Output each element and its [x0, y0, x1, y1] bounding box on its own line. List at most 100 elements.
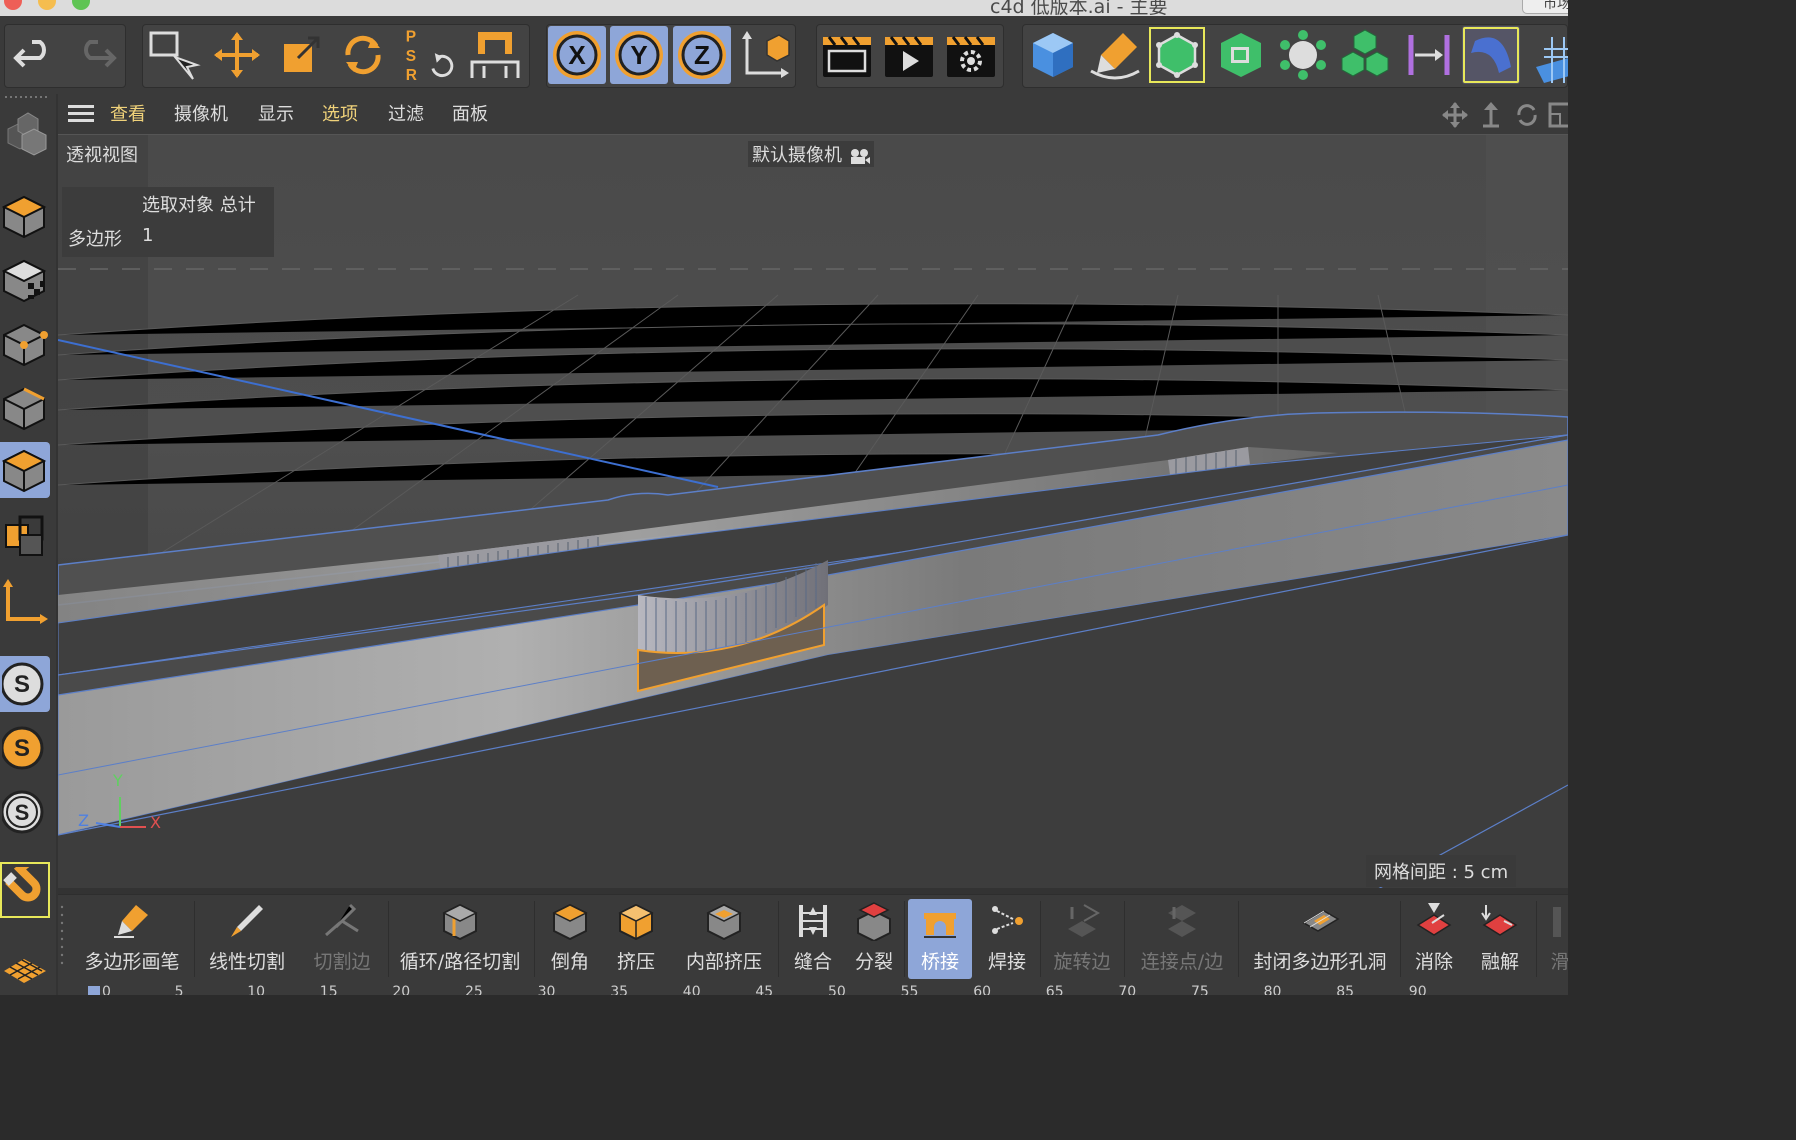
- zoom-window-button[interactable]: [72, 0, 90, 10]
- polygons-mode-icon[interactable]: [0, 442, 50, 498]
- svg-text:S: S: [15, 800, 30, 825]
- floor-icon[interactable]: [1526, 26, 1568, 84]
- close-hole-label: 封闭多边形孔洞: [1253, 951, 1387, 973]
- extrude-gen-icon[interactable]: [1212, 26, 1270, 84]
- timeline-tick: 40: [682, 984, 701, 995]
- undo-icon[interactable]: [6, 26, 64, 84]
- melt-button[interactable]: 融解: [1468, 899, 1532, 979]
- knife-button[interactable]: 线性切割: [198, 899, 296, 979]
- pen-icon[interactable]: [1086, 26, 1144, 84]
- extrude-button[interactable]: 挤压: [604, 899, 668, 979]
- timeline-tick: 55: [900, 984, 919, 995]
- dissolve-button[interactable]: 消除: [1404, 899, 1464, 979]
- menu-display[interactable]: 显示: [258, 100, 294, 126]
- x-axis-label: X: [568, 40, 586, 70]
- workplane-icon[interactable]: [0, 940, 50, 995]
- melt-icon: [1478, 899, 1522, 943]
- loop-cut-icon: [438, 899, 482, 943]
- timeline-tick: 70: [1118, 984, 1137, 995]
- menu-panel[interactable]: 面板: [452, 100, 488, 126]
- snap-icon[interactable]: S: [0, 656, 50, 712]
- knife-icon: [225, 899, 269, 943]
- split-icon: [852, 899, 896, 943]
- spin-edge-button[interactable]: 旋转边: [1044, 899, 1120, 979]
- stitch-label: 缝合: [793, 951, 832, 973]
- slide-button[interactable]: 滑: [1540, 899, 1568, 979]
- array-icon[interactable]: [1336, 26, 1394, 84]
- extrude-icon: [614, 899, 658, 943]
- playhead-marker[interactable]: [88, 986, 100, 995]
- bridge-button[interactable]: 桥接: [908, 899, 972, 979]
- coordinate-icon[interactable]: [466, 26, 524, 84]
- market-button[interactable]: 市场: [1522, 0, 1568, 14]
- maximize-view-icon[interactable]: [1548, 102, 1568, 128]
- grid-spacing-label: 网格间距 : 5 cm: [1366, 855, 1517, 887]
- weld-label: 焊接: [987, 951, 1026, 973]
- menu-view[interactable]: 查看: [110, 100, 146, 126]
- zoom-view-icon[interactable]: [1478, 102, 1504, 128]
- render-view-icon[interactable]: [818, 26, 876, 84]
- move-icon[interactable]: [208, 26, 266, 84]
- window-title: c4d 低版本.ai - 主要: [990, 0, 1168, 16]
- menu-cameras[interactable]: 摄像机: [174, 100, 228, 126]
- z-axis-lock[interactable]: Z: [673, 26, 731, 84]
- view-name: 透视视图: [66, 145, 138, 166]
- make-editable-icon[interactable]: [0, 106, 50, 162]
- viewport-menubar: 查看 摄像机 显示 选项 过滤 面板: [58, 94, 1568, 134]
- polygon-pen-button[interactable]: 多边形画笔: [72, 899, 192, 979]
- world-coord-icon[interactable]: [736, 26, 794, 84]
- menu-filter[interactable]: 过滤: [388, 100, 424, 126]
- render-picture-viewer-icon[interactable]: [880, 26, 938, 84]
- scale-icon[interactable]: [272, 26, 330, 84]
- symmetry-icon[interactable]: [1400, 26, 1458, 84]
- cloner-icon[interactable]: [1274, 26, 1332, 84]
- menu-hamburger-icon[interactable]: [68, 105, 94, 123]
- render-settings-icon[interactable]: [942, 26, 1000, 84]
- cube-icon[interactable]: [1024, 26, 1082, 84]
- minimize-window-button[interactable]: [38, 0, 56, 10]
- c4d-window: c4d 低版本.ai - 主要 市场 P S R X Y Z S S S 查看 …: [0, 0, 1568, 995]
- uv-mode-icon[interactable]: [0, 508, 50, 564]
- quantize-icon[interactable]: S: [0, 784, 50, 840]
- points-mode-icon[interactable]: [0, 316, 50, 372]
- stats-header: 选取对象 总计: [142, 195, 256, 216]
- edge-cut-icon: [320, 899, 364, 943]
- subdivision-icon[interactable]: [1148, 26, 1206, 84]
- main-toolbar: P S R X Y Z: [0, 16, 1568, 94]
- loop-cut-button[interactable]: 循环/路径切割: [392, 899, 528, 979]
- connect-label: 连接点/边: [1140, 951, 1224, 973]
- split-button[interactable]: 分裂: [846, 899, 902, 979]
- stitch-button[interactable]: 缝合: [782, 899, 844, 979]
- psr-icon[interactable]: P S R: [400, 26, 458, 84]
- edge-cut-button[interactable]: 切割边: [298, 899, 386, 979]
- inner-extrude-button[interactable]: 内部挤压: [672, 899, 776, 979]
- weld-button[interactable]: 焊接: [976, 899, 1038, 979]
- perspective-viewport[interactable]: 透视视图 默认摄像机 选取对象 总计 多边形 1 Y Z X 网格间距 : 5 …: [58, 134, 1568, 888]
- model-mode-icon[interactable]: [0, 188, 50, 244]
- rotate-icon[interactable]: [334, 26, 392, 84]
- pan-view-icon[interactable]: [1442, 102, 1468, 128]
- camera-name[interactable]: 默认摄像机: [748, 141, 874, 167]
- close-window-button[interactable]: [4, 0, 22, 10]
- redo-icon[interactable]: [66, 26, 124, 84]
- grip-icon: [5, 96, 47, 98]
- close-hole-button[interactable]: 封闭多边形孔洞: [1242, 899, 1398, 979]
- menu-options[interactable]: 选项: [322, 100, 358, 126]
- connect-button[interactable]: 连接点/边: [1128, 899, 1236, 979]
- axis-mode-icon[interactable]: [0, 574, 50, 630]
- magnet-icon[interactable]: [0, 862, 50, 918]
- texture-mode-icon[interactable]: [0, 252, 50, 308]
- edges-mode-icon[interactable]: [0, 380, 50, 436]
- x-axis-lock[interactable]: X: [548, 26, 606, 84]
- bevel-label: 倒角: [550, 951, 589, 973]
- y-axis-lock[interactable]: Y: [610, 26, 668, 84]
- melt-label: 融解: [1480, 951, 1519, 973]
- bevel-button[interactable]: 倒角: [538, 899, 602, 979]
- timeline-ruler[interactable]: 0 5 10 15 20 25 30 35 40 45 50 55 60 65 70 75 80 85 90: [58, 982, 1568, 995]
- extrude-label: 挤压: [616, 951, 655, 973]
- select-icon[interactable]: [144, 26, 202, 84]
- workplane-snap-icon[interactable]: S: [0, 720, 50, 776]
- timeline-tick: 25: [465, 984, 483, 995]
- rotate-view-icon[interactable]: [1514, 102, 1540, 128]
- deformer-icon[interactable]: [1462, 26, 1520, 84]
